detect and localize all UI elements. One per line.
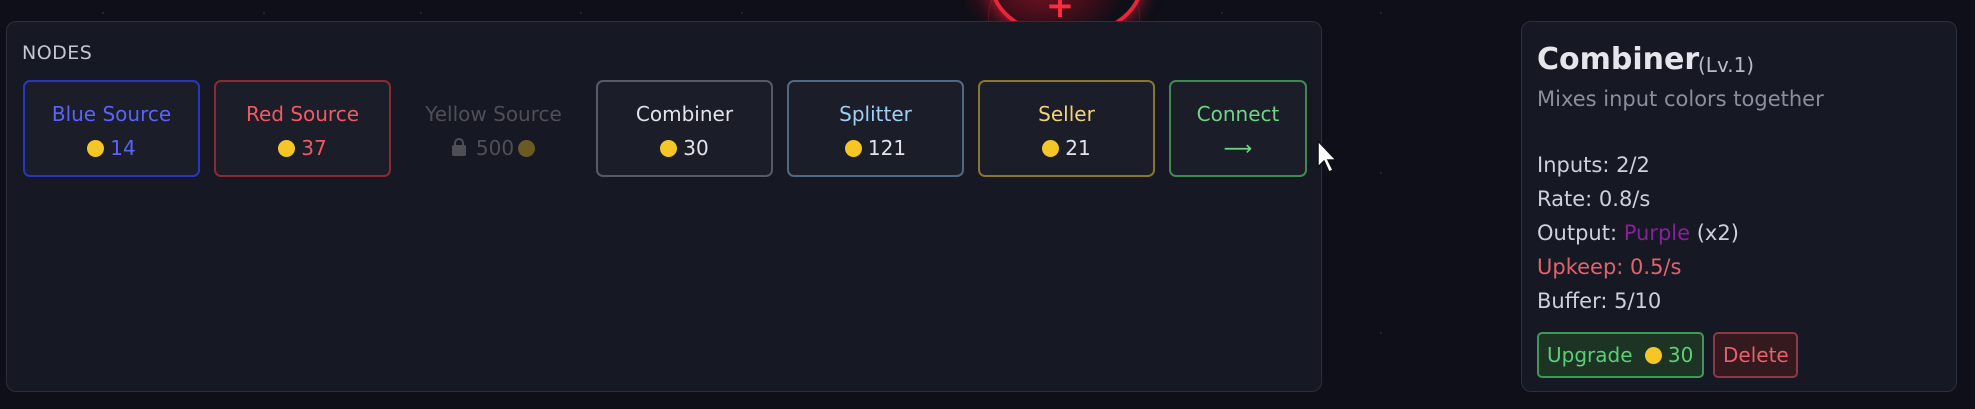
stat-upkeep: Upkeep: 0.5/s (1537, 255, 1682, 279)
coin-icon (1644, 347, 1662, 364)
upgrade-label: Upgrade (1547, 343, 1633, 367)
coin-icon (278, 140, 296, 157)
info-description: Mixes input colors together (1537, 87, 1824, 111)
connect-tool-button[interactable]: Connect ⟶ (1169, 80, 1307, 177)
red-source-button[interactable]: Red Source 37 (214, 80, 391, 177)
node-label: Splitter (839, 102, 912, 126)
node-palette-panel: NODES Blue Source 14 Red Source 37 Yello… (6, 21, 1322, 392)
node-cost: 30 (683, 136, 709, 160)
node-cost: 21 (1065, 136, 1091, 160)
yellow-source-button-locked[interactable]: Yellow Source 500 (405, 80, 582, 177)
node-label: Red Source (245, 102, 360, 126)
node-label: Seller (1038, 102, 1095, 126)
upgrade-cost: 30 (1667, 343, 1694, 367)
stat-rate: Rate: 0.8/s (1537, 187, 1651, 211)
mouse-cursor-icon (1317, 139, 1338, 174)
palette-title: NODES (22, 42, 93, 64)
coin-icon (518, 140, 536, 157)
upgrade-button[interactable]: Upgrade 30 (1537, 332, 1704, 378)
stat-buffer: Buffer: 5/10 (1537, 289, 1662, 313)
node-cost: 500 (475, 136, 515, 160)
coin-icon (1042, 140, 1060, 157)
node-cost: 37 (301, 136, 327, 160)
node-info-panel: Combiner (Lv.1) Mixes input colors toget… (1521, 21, 1957, 392)
blue-source-button[interactable]: Blue Source 14 (23, 80, 200, 177)
lock-icon (451, 138, 466, 156)
output-multiplier: (x2) (1690, 221, 1739, 245)
combiner-button[interactable]: Combiner 30 (596, 80, 773, 177)
node-label: Yellow Source (425, 102, 562, 126)
info-title: Combiner (1537, 42, 1700, 77)
coin-icon (844, 140, 862, 157)
coin-icon (87, 140, 105, 157)
node-label: Combiner (635, 102, 734, 126)
node-cost: 121 (867, 136, 907, 160)
delete-button[interactable]: Delete (1713, 332, 1798, 378)
node-cost: 14 (110, 136, 136, 160)
seller-button[interactable]: Seller 21 (978, 80, 1155, 177)
coin-icon (660, 140, 678, 157)
output-color: Purple (1623, 221, 1691, 245)
stat-inputs: Inputs: 2/2 (1537, 153, 1650, 177)
stat-output: Output: Purple (x2) (1537, 221, 1739, 245)
output-label: Output: (1537, 221, 1624, 245)
splitter-button[interactable]: Splitter 121 (787, 80, 964, 177)
node-label: Connect (1196, 102, 1280, 126)
info-level: (Lv.1) (1698, 53, 1755, 77)
node-label: Blue Source (51, 102, 172, 126)
arrow-right-icon: ⟶ (1223, 136, 1253, 160)
